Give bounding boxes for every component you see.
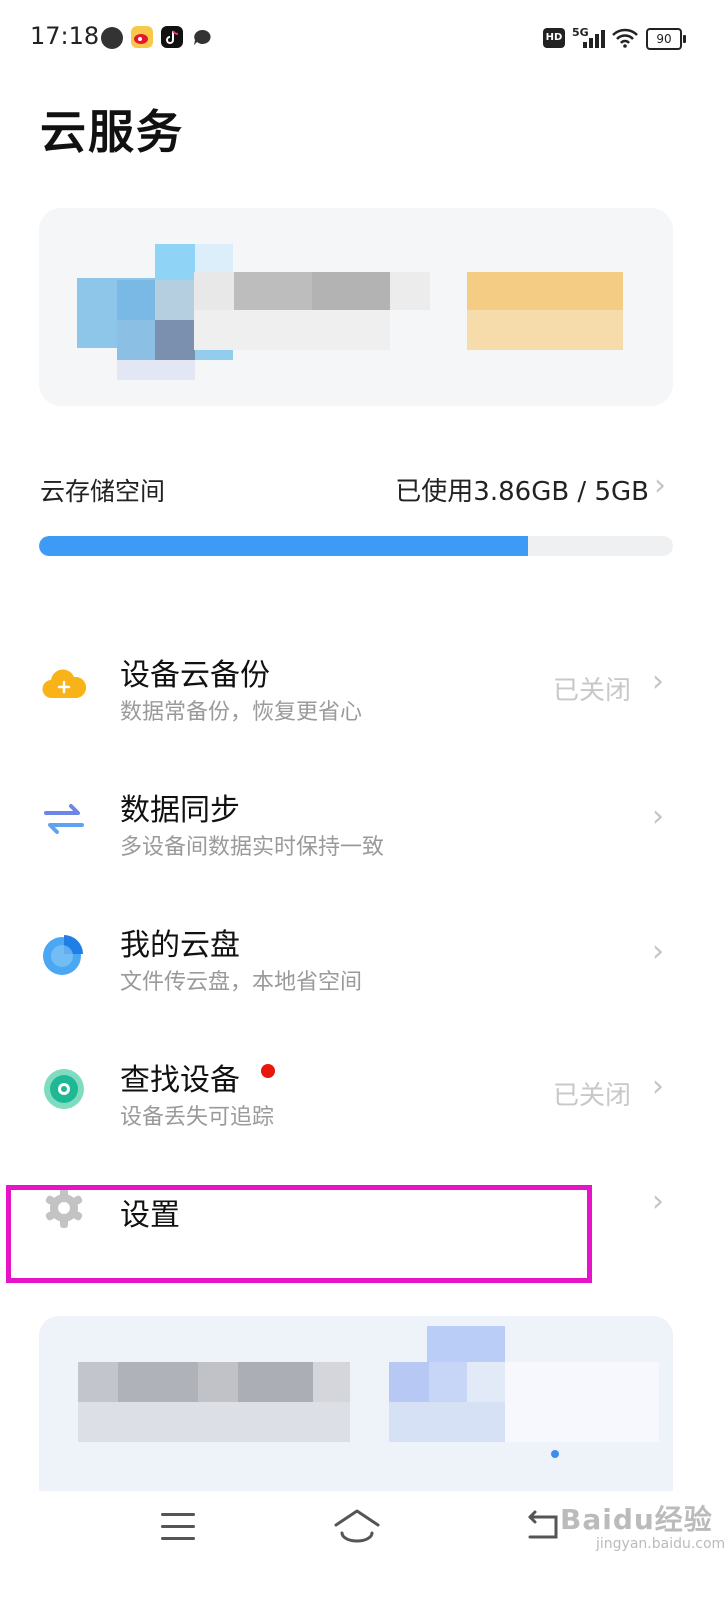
- hd-icon: HD: [543, 28, 565, 48]
- storage-progress-bar: [39, 536, 673, 556]
- menu-item-subtitle: 设备丢失可追踪: [120, 1105, 275, 1130]
- chevron-right-icon: ›: [652, 799, 664, 834]
- status-label: 已关闭: [552, 676, 631, 706]
- promo-text-obscured: [78, 1362, 350, 1442]
- menu-item-my-cloud-drive[interactable]: 我的云盘 文件传云盘，本地省空间 ›: [0, 890, 727, 1020]
- menu-item-find-device[interactable]: 查找设备 设备丢失可追踪 已关闭 ›: [0, 1025, 727, 1155]
- menu-item-subtitle: 多设备间数据实时保持一致: [120, 835, 385, 860]
- account-card[interactable]: [39, 208, 673, 406]
- message-icon: [191, 27, 213, 49]
- account-name-obscured: [194, 272, 430, 350]
- sync-arrows-icon: [40, 795, 88, 843]
- back-icon[interactable]: [526, 1509, 562, 1549]
- menu-item-title: 查找设备: [120, 1063, 240, 1098]
- watermark-text: Baidu经验: [560, 1503, 713, 1536]
- menu-item-title: 我的云盘: [120, 928, 240, 963]
- signal-icon: [583, 30, 605, 48]
- cloud-backup-icon: [40, 660, 88, 708]
- promo-banner[interactable]: [39, 1316, 673, 1491]
- chevron-right-icon[interactable]: ›: [654, 468, 666, 503]
- menu-icon[interactable]: [161, 1513, 195, 1549]
- storage-used-text[interactable]: 已使用3.86GB / 5GB: [395, 471, 649, 508]
- menu-item-title: 设备云备份: [120, 658, 270, 693]
- notification-dot: [261, 1064, 275, 1078]
- status-time: 17:18: [30, 22, 100, 50]
- battery-icon: 90: [646, 28, 686, 50]
- chevron-right-icon: ›: [652, 664, 664, 699]
- status-label: 已关闭: [552, 1081, 631, 1111]
- tiktok-icon: [161, 26, 183, 48]
- menu-item-subtitle: 文件传云盘，本地省空间: [120, 970, 363, 995]
- chevron-right-icon: ›: [652, 934, 664, 969]
- chevron-right-icon: ›: [652, 1069, 664, 1104]
- find-device-icon: [40, 1065, 88, 1113]
- home-icon[interactable]: [333, 1508, 381, 1548]
- page-title: 云服务: [40, 105, 184, 159]
- music-app-icon: [101, 27, 123, 49]
- chevron-right-icon: ›: [652, 1184, 664, 1219]
- weibo-icon: [131, 26, 153, 48]
- menu-item-title: 数据同步: [120, 793, 240, 828]
- wifi-icon: [612, 28, 638, 52]
- menu-item-cloud-backup[interactable]: 设备云备份 数据常备份，恢复更省心 已关闭 ›: [0, 620, 727, 750]
- cloud-drive-icon: [40, 930, 88, 978]
- highlight-annotation-box: [6, 1185, 592, 1283]
- watermark-url: jingyan.baidu.com: [596, 1536, 726, 1552]
- storage-label: 云存储空间: [40, 477, 166, 506]
- promo-graphic-obscured: [389, 1326, 659, 1476]
- member-badge-obscured: [467, 272, 623, 350]
- menu-item-data-sync[interactable]: 数据同步 多设备间数据实时保持一致 ›: [0, 755, 727, 885]
- storage-progress-fill: [39, 536, 529, 556]
- menu-item-subtitle: 数据常备份，恢复更省心: [120, 700, 363, 725]
